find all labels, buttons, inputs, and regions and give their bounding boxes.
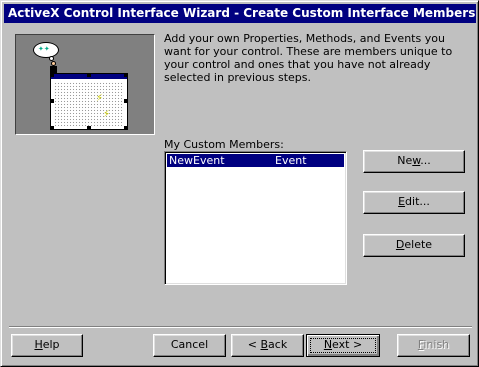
cancel-button[interactable]: Cancel [153, 334, 226, 357]
next-button[interactable]: Next > [306, 334, 380, 357]
wizard-window: ActiveX Control Interface Wizard - Creat… [0, 0, 479, 367]
wizard-illustration: ✦✦ ⚡ ⚡ [15, 34, 155, 135]
custom-members-list[interactable]: NewEvent Event [164, 151, 347, 285]
custom-members-label: My Custom Members: [164, 138, 284, 151]
delete-button[interactable]: Delete [363, 234, 465, 257]
member-type: Event [275, 154, 307, 167]
lightning-icon: ⚡ [96, 93, 104, 104]
member-name: NewEvent [169, 154, 225, 167]
person-icon [50, 61, 57, 73]
form-preview-icon: ⚡ ⚡ [50, 73, 128, 130]
list-item[interactable]: NewEvent Event [167, 154, 344, 167]
finish-button[interactable]: Finish [397, 334, 470, 357]
intro-text: Add your own Properties, Methods, and Ev… [164, 32, 453, 84]
window-title: ActiveX Control Interface Wizard - Creat… [4, 4, 476, 23]
edit-button[interactable]: Edit... [363, 191, 465, 214]
back-button[interactable]: < Back [231, 334, 304, 357]
sparkle-icon: ✦✦ [38, 45, 50, 53]
footer-separator [9, 326, 472, 328]
new-button[interactable]: New... [363, 150, 465, 173]
lightning-icon: ⚡ [103, 109, 111, 120]
help-button[interactable]: Help [11, 334, 83, 357]
